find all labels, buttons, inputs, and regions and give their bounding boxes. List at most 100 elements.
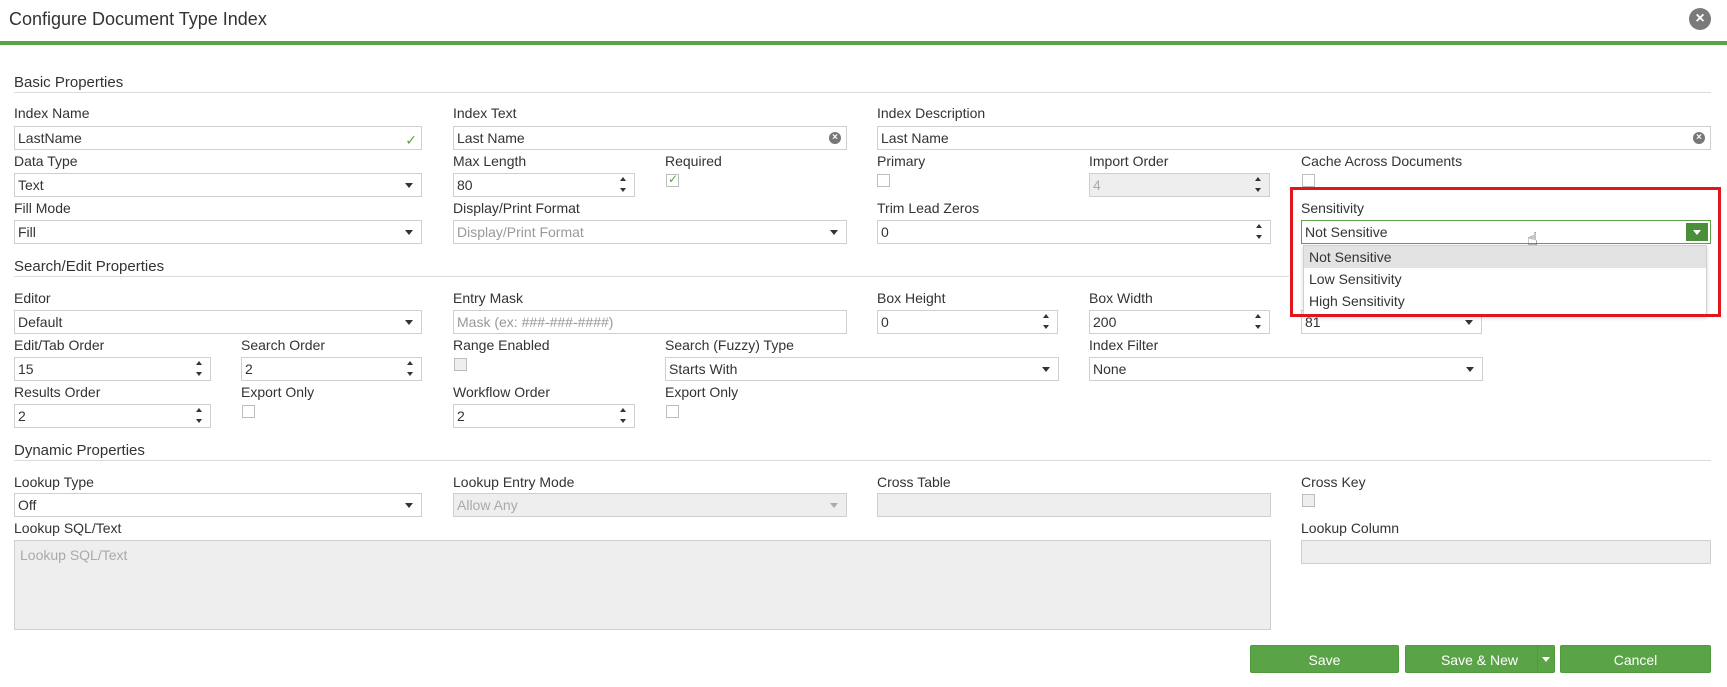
chevron-down-icon xyxy=(1465,320,1473,325)
index-name-input[interactable]: LastName ✓ xyxy=(14,126,422,150)
index-text-input[interactable]: Last Name × xyxy=(453,126,847,150)
lookup-type-select[interactable]: Off xyxy=(14,493,422,517)
highlight-annotation-box xyxy=(1290,187,1721,317)
export-only-label: Export Only xyxy=(241,384,315,400)
section-divider xyxy=(14,460,1711,461)
spinner-icon[interactable] xyxy=(196,361,204,377)
results-order-stepper[interactable]: 2 xyxy=(14,404,211,428)
fill-mode-select[interactable]: Fill xyxy=(14,220,422,244)
edit-tab-order-label: Edit/Tab Order xyxy=(14,337,105,353)
index-description-value: Last Name xyxy=(881,130,949,146)
import-order-label: Import Order xyxy=(1089,153,1169,169)
section-divider xyxy=(14,276,1289,277)
results-order-value: 2 xyxy=(18,408,26,424)
display-format-label: Display/Print Format xyxy=(453,200,580,216)
spinner-icon[interactable] xyxy=(620,408,628,424)
spinner-icon[interactable] xyxy=(620,177,628,193)
spinner-icon[interactable] xyxy=(1256,224,1264,240)
max-length-stepper[interactable]: 80 xyxy=(453,173,635,197)
index-name-label: Index Name xyxy=(14,105,90,121)
lookup-sql-textarea[interactable]: Lookup SQL/Text xyxy=(14,540,1271,630)
valid-check-icon: ✓ xyxy=(405,132,417,148)
editor-value: Default xyxy=(18,314,63,330)
search-fuzzy-value: Starts With xyxy=(669,361,738,377)
editor-label: Editor xyxy=(14,290,51,306)
max-length-label: Max Length xyxy=(453,153,527,169)
data-type-select[interactable]: Text xyxy=(14,173,422,197)
search-order-value: 2 xyxy=(245,361,253,377)
lookup-entry-mode-select[interactable]: Allow Any xyxy=(453,493,847,517)
lookup-sql-placeholder: Lookup SQL/Text xyxy=(20,547,128,563)
save-and-new-options-button[interactable] xyxy=(1537,645,1555,673)
box-width-label: Box Width xyxy=(1089,290,1153,306)
spinner-icon[interactable] xyxy=(1255,314,1263,330)
workflow-order-stepper[interactable]: 2 xyxy=(453,404,635,428)
lookup-column-label: Lookup Column xyxy=(1301,520,1400,536)
hand-pointer-icon: ☝ xyxy=(1527,229,1538,249)
search-order-stepper[interactable]: 2 xyxy=(241,357,422,381)
chevron-down-icon xyxy=(405,230,413,235)
cross-table-input[interactable] xyxy=(877,493,1271,517)
workflow-order-value: 2 xyxy=(457,408,465,424)
cancel-button[interactable]: Cancel xyxy=(1560,645,1711,673)
export-only-label: Export Only xyxy=(665,384,739,400)
import-order-value: 4 xyxy=(1093,177,1101,193)
export-only-checkbox[interactable] xyxy=(666,405,679,418)
edit-tab-order-stepper[interactable]: 15 xyxy=(14,357,211,381)
export-only-checkbox[interactable] xyxy=(242,405,255,418)
index-filter-select[interactable]: None xyxy=(1089,357,1483,381)
box-width-stepper[interactable]: 200 xyxy=(1089,310,1270,334)
cross-key-label: Cross Key xyxy=(1301,474,1366,490)
box-height-label: Box Height xyxy=(877,290,946,306)
primary-label: Primary xyxy=(877,153,926,169)
chevron-down-icon xyxy=(1042,367,1050,372)
search-fuzzy-label: Search (Fuzzy) Type xyxy=(665,337,794,353)
trim-lead-zeros-value: 0 xyxy=(881,224,889,240)
display-format-select[interactable]: Display/Print Format xyxy=(453,220,847,244)
save-button[interactable]: Save xyxy=(1250,645,1399,673)
required-checkbox[interactable]: ✓ xyxy=(666,172,679,187)
chevron-down-icon xyxy=(830,230,838,235)
spinner-icon[interactable] xyxy=(196,408,204,424)
cross-key-checkbox[interactable] xyxy=(1302,494,1315,507)
box-height-stepper[interactable]: 0 xyxy=(877,310,1058,334)
chevron-down-icon xyxy=(1542,657,1550,662)
index-filter-label: Index Filter xyxy=(1089,337,1159,353)
range-enabled-checkbox[interactable] xyxy=(454,358,467,371)
lookup-column-input[interactable] xyxy=(1301,540,1711,564)
spinner-icon[interactable] xyxy=(407,361,415,377)
box-height-value: 0 xyxy=(881,314,889,330)
lookup-type-value: Off xyxy=(18,497,37,513)
entry-mask-input[interactable]: Mask (ex: ###-###-####) xyxy=(453,310,847,334)
box-width-value: 200 xyxy=(1093,314,1117,330)
editor-select[interactable]: Default xyxy=(14,310,422,334)
import-order-stepper[interactable]: 4 xyxy=(1089,173,1270,197)
trim-lead-zeros-stepper[interactable]: 0 xyxy=(877,220,1271,244)
spinner-icon[interactable] xyxy=(1043,314,1051,330)
workflow-order-label: Workflow Order xyxy=(453,384,550,400)
section-dynamic-heading: Dynamic Properties xyxy=(14,442,145,459)
index-filter-value: None xyxy=(1093,361,1127,377)
cache-across-checkbox[interactable] xyxy=(1302,174,1315,187)
data-type-label: Data Type xyxy=(14,153,78,169)
spinner-icon[interactable] xyxy=(1255,177,1263,193)
primary-checkbox[interactable] xyxy=(877,174,890,187)
index-name-value: LastName xyxy=(18,130,82,146)
chevron-down-icon xyxy=(405,320,413,325)
results-order-label: Results Order xyxy=(14,384,101,400)
save-and-new-button[interactable]: Save & New xyxy=(1405,645,1554,673)
entry-mask-placeholder: Mask (ex: ###-###-####) xyxy=(457,314,614,330)
required-label: Required xyxy=(665,153,722,169)
clear-icon[interactable]: × xyxy=(1693,132,1705,144)
header-divider xyxy=(0,41,1727,45)
chevron-down-icon xyxy=(1466,367,1474,372)
search-order-label: Search Order xyxy=(241,337,326,353)
clear-icon[interactable]: × xyxy=(829,132,841,144)
index-description-input[interactable]: Last Name × xyxy=(877,126,1711,150)
edit-tab-order-value: 15 xyxy=(18,361,34,377)
cross-table-label: Cross Table xyxy=(877,474,951,490)
cache-across-label: Cache Across Documents xyxy=(1301,153,1463,169)
close-icon[interactable]: × xyxy=(1689,8,1711,30)
chevron-down-icon xyxy=(405,183,413,188)
search-fuzzy-select[interactable]: Starts With xyxy=(665,357,1059,381)
